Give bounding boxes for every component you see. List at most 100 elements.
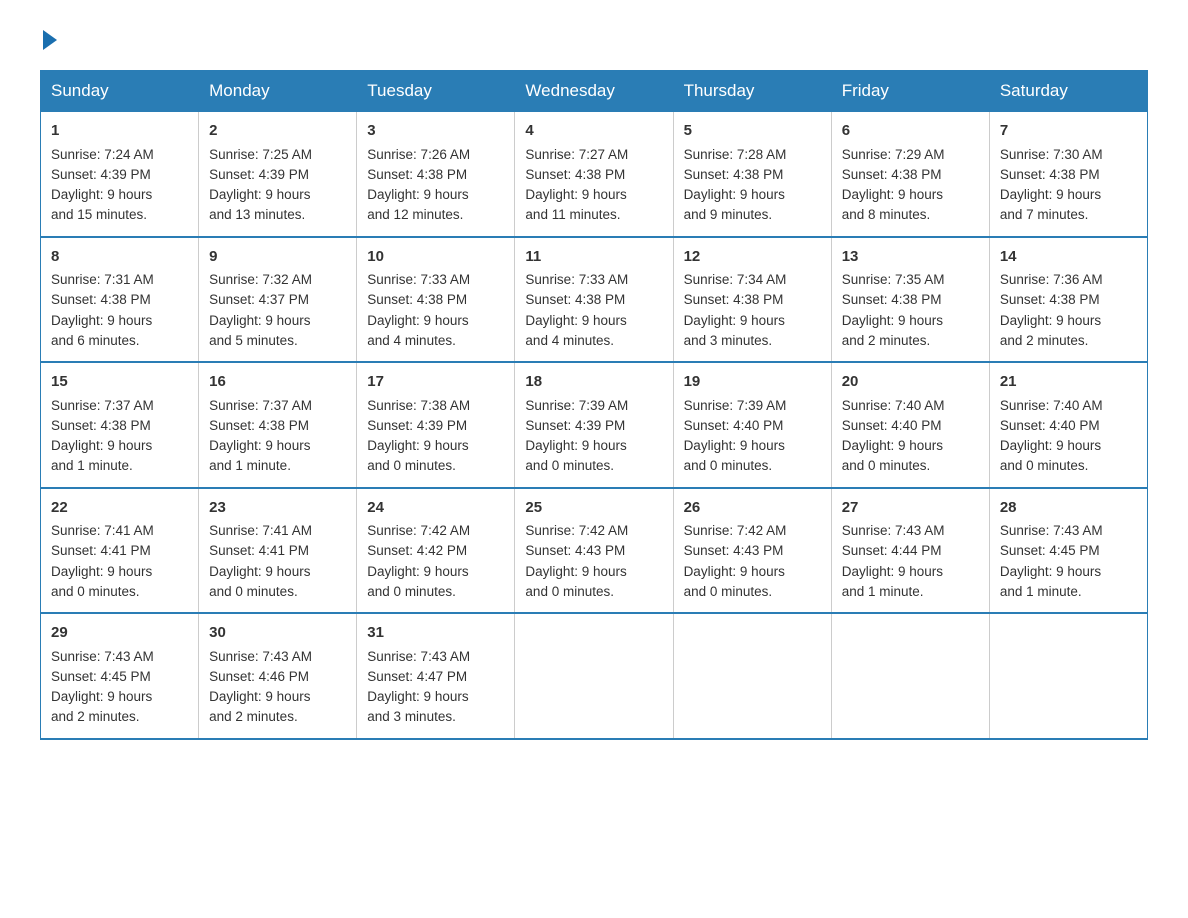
- calendar-cell: 24Sunrise: 7:42 AMSunset: 4:42 PMDayligh…: [357, 488, 515, 614]
- day-number: 23: [209, 497, 346, 520]
- calendar-cell: 20Sunrise: 7:40 AMSunset: 4:40 PMDayligh…: [831, 362, 989, 488]
- calendar-table: SundayMondayTuesdayWednesdayThursdayFrid…: [40, 70, 1148, 740]
- page-header: [40, 30, 1148, 50]
- day-info: Sunrise: 7:39 AMSunset: 4:39 PMDaylight:…: [525, 396, 662, 477]
- header-saturday: Saturday: [989, 71, 1147, 112]
- header-monday: Monday: [199, 71, 357, 112]
- day-info: Sunrise: 7:31 AMSunset: 4:38 PMDaylight:…: [51, 270, 188, 351]
- calendar-week-4: 22Sunrise: 7:41 AMSunset: 4:41 PMDayligh…: [41, 488, 1148, 614]
- day-number: 12: [684, 246, 821, 269]
- day-info: Sunrise: 7:40 AMSunset: 4:40 PMDaylight:…: [1000, 396, 1137, 477]
- day-info: Sunrise: 7:43 AMSunset: 4:47 PMDaylight:…: [367, 647, 504, 728]
- day-number: 29: [51, 622, 188, 645]
- logo-triangle-icon: [43, 30, 57, 50]
- day-info: Sunrise: 7:34 AMSunset: 4:38 PMDaylight:…: [684, 270, 821, 351]
- day-number: 15: [51, 371, 188, 394]
- day-info: Sunrise: 7:33 AMSunset: 4:38 PMDaylight:…: [367, 270, 504, 351]
- calendar-cell: 14Sunrise: 7:36 AMSunset: 4:38 PMDayligh…: [989, 237, 1147, 363]
- calendar-cell: 21Sunrise: 7:40 AMSunset: 4:40 PMDayligh…: [989, 362, 1147, 488]
- calendar-cell: [673, 613, 831, 739]
- calendar-cell: 22Sunrise: 7:41 AMSunset: 4:41 PMDayligh…: [41, 488, 199, 614]
- day-number: 20: [842, 371, 979, 394]
- day-info: Sunrise: 7:39 AMSunset: 4:40 PMDaylight:…: [684, 396, 821, 477]
- day-number: 22: [51, 497, 188, 520]
- header-tuesday: Tuesday: [357, 71, 515, 112]
- calendar-cell: 5Sunrise: 7:28 AMSunset: 4:38 PMDaylight…: [673, 112, 831, 237]
- day-number: 13: [842, 246, 979, 269]
- calendar-cell: [515, 613, 673, 739]
- day-number: 25: [525, 497, 662, 520]
- calendar-cell: 15Sunrise: 7:37 AMSunset: 4:38 PMDayligh…: [41, 362, 199, 488]
- calendar-cell: 25Sunrise: 7:42 AMSunset: 4:43 PMDayligh…: [515, 488, 673, 614]
- day-info: Sunrise: 7:40 AMSunset: 4:40 PMDaylight:…: [842, 396, 979, 477]
- day-info: Sunrise: 7:41 AMSunset: 4:41 PMDaylight:…: [51, 521, 188, 602]
- header-wednesday: Wednesday: [515, 71, 673, 112]
- day-info: Sunrise: 7:24 AMSunset: 4:39 PMDaylight:…: [51, 145, 188, 226]
- calendar-week-2: 8Sunrise: 7:31 AMSunset: 4:38 PMDaylight…: [41, 237, 1148, 363]
- calendar-cell: 13Sunrise: 7:35 AMSunset: 4:38 PMDayligh…: [831, 237, 989, 363]
- calendar-cell: 7Sunrise: 7:30 AMSunset: 4:38 PMDaylight…: [989, 112, 1147, 237]
- day-info: Sunrise: 7:30 AMSunset: 4:38 PMDaylight:…: [1000, 145, 1137, 226]
- day-number: 16: [209, 371, 346, 394]
- calendar-cell: 17Sunrise: 7:38 AMSunset: 4:39 PMDayligh…: [357, 362, 515, 488]
- calendar-cell: 26Sunrise: 7:42 AMSunset: 4:43 PMDayligh…: [673, 488, 831, 614]
- day-number: 31: [367, 622, 504, 645]
- calendar-cell: 23Sunrise: 7:41 AMSunset: 4:41 PMDayligh…: [199, 488, 357, 614]
- header-thursday: Thursday: [673, 71, 831, 112]
- calendar-cell: 3Sunrise: 7:26 AMSunset: 4:38 PMDaylight…: [357, 112, 515, 237]
- calendar-cell: 8Sunrise: 7:31 AMSunset: 4:38 PMDaylight…: [41, 237, 199, 363]
- calendar-cell: [831, 613, 989, 739]
- calendar-cell: 6Sunrise: 7:29 AMSunset: 4:38 PMDaylight…: [831, 112, 989, 237]
- day-info: Sunrise: 7:37 AMSunset: 4:38 PMDaylight:…: [51, 396, 188, 477]
- day-info: Sunrise: 7:29 AMSunset: 4:38 PMDaylight:…: [842, 145, 979, 226]
- day-number: 4: [525, 120, 662, 143]
- day-info: Sunrise: 7:43 AMSunset: 4:45 PMDaylight:…: [51, 647, 188, 728]
- calendar-cell: 4Sunrise: 7:27 AMSunset: 4:38 PMDaylight…: [515, 112, 673, 237]
- calendar-cell: 16Sunrise: 7:37 AMSunset: 4:38 PMDayligh…: [199, 362, 357, 488]
- day-number: 11: [525, 246, 662, 269]
- calendar-cell: [989, 613, 1147, 739]
- calendar-cell: 11Sunrise: 7:33 AMSunset: 4:38 PMDayligh…: [515, 237, 673, 363]
- day-info: Sunrise: 7:27 AMSunset: 4:38 PMDaylight:…: [525, 145, 662, 226]
- day-number: 10: [367, 246, 504, 269]
- day-info: Sunrise: 7:43 AMSunset: 4:46 PMDaylight:…: [209, 647, 346, 728]
- day-number: 5: [684, 120, 821, 143]
- calendar-cell: 9Sunrise: 7:32 AMSunset: 4:37 PMDaylight…: [199, 237, 357, 363]
- day-number: 28: [1000, 497, 1137, 520]
- day-info: Sunrise: 7:42 AMSunset: 4:43 PMDaylight:…: [684, 521, 821, 602]
- day-number: 19: [684, 371, 821, 394]
- day-number: 3: [367, 120, 504, 143]
- calendar-cell: 28Sunrise: 7:43 AMSunset: 4:45 PMDayligh…: [989, 488, 1147, 614]
- day-number: 27: [842, 497, 979, 520]
- logo-blue-text: [40, 30, 57, 50]
- day-info: Sunrise: 7:43 AMSunset: 4:44 PMDaylight:…: [842, 521, 979, 602]
- calendar-cell: 19Sunrise: 7:39 AMSunset: 4:40 PMDayligh…: [673, 362, 831, 488]
- day-number: 7: [1000, 120, 1137, 143]
- day-info: Sunrise: 7:43 AMSunset: 4:45 PMDaylight:…: [1000, 521, 1137, 602]
- day-number: 9: [209, 246, 346, 269]
- calendar-cell: 27Sunrise: 7:43 AMSunset: 4:44 PMDayligh…: [831, 488, 989, 614]
- day-number: 26: [684, 497, 821, 520]
- day-number: 17: [367, 371, 504, 394]
- day-info: Sunrise: 7:33 AMSunset: 4:38 PMDaylight:…: [525, 270, 662, 351]
- calendar-cell: 12Sunrise: 7:34 AMSunset: 4:38 PMDayligh…: [673, 237, 831, 363]
- day-info: Sunrise: 7:28 AMSunset: 4:38 PMDaylight:…: [684, 145, 821, 226]
- day-info: Sunrise: 7:42 AMSunset: 4:42 PMDaylight:…: [367, 521, 504, 602]
- day-info: Sunrise: 7:37 AMSunset: 4:38 PMDaylight:…: [209, 396, 346, 477]
- day-number: 14: [1000, 246, 1137, 269]
- calendar-cell: 30Sunrise: 7:43 AMSunset: 4:46 PMDayligh…: [199, 613, 357, 739]
- day-number: 6: [842, 120, 979, 143]
- header-sunday: Sunday: [41, 71, 199, 112]
- day-info: Sunrise: 7:41 AMSunset: 4:41 PMDaylight:…: [209, 521, 346, 602]
- day-number: 1: [51, 120, 188, 143]
- calendar-cell: 2Sunrise: 7:25 AMSunset: 4:39 PMDaylight…: [199, 112, 357, 237]
- calendar-cell: 31Sunrise: 7:43 AMSunset: 4:47 PMDayligh…: [357, 613, 515, 739]
- day-info: Sunrise: 7:25 AMSunset: 4:39 PMDaylight:…: [209, 145, 346, 226]
- day-info: Sunrise: 7:26 AMSunset: 4:38 PMDaylight:…: [367, 145, 504, 226]
- day-number: 8: [51, 246, 188, 269]
- day-info: Sunrise: 7:32 AMSunset: 4:37 PMDaylight:…: [209, 270, 346, 351]
- day-info: Sunrise: 7:42 AMSunset: 4:43 PMDaylight:…: [525, 521, 662, 602]
- day-number: 18: [525, 371, 662, 394]
- calendar-week-1: 1Sunrise: 7:24 AMSunset: 4:39 PMDaylight…: [41, 112, 1148, 237]
- day-number: 30: [209, 622, 346, 645]
